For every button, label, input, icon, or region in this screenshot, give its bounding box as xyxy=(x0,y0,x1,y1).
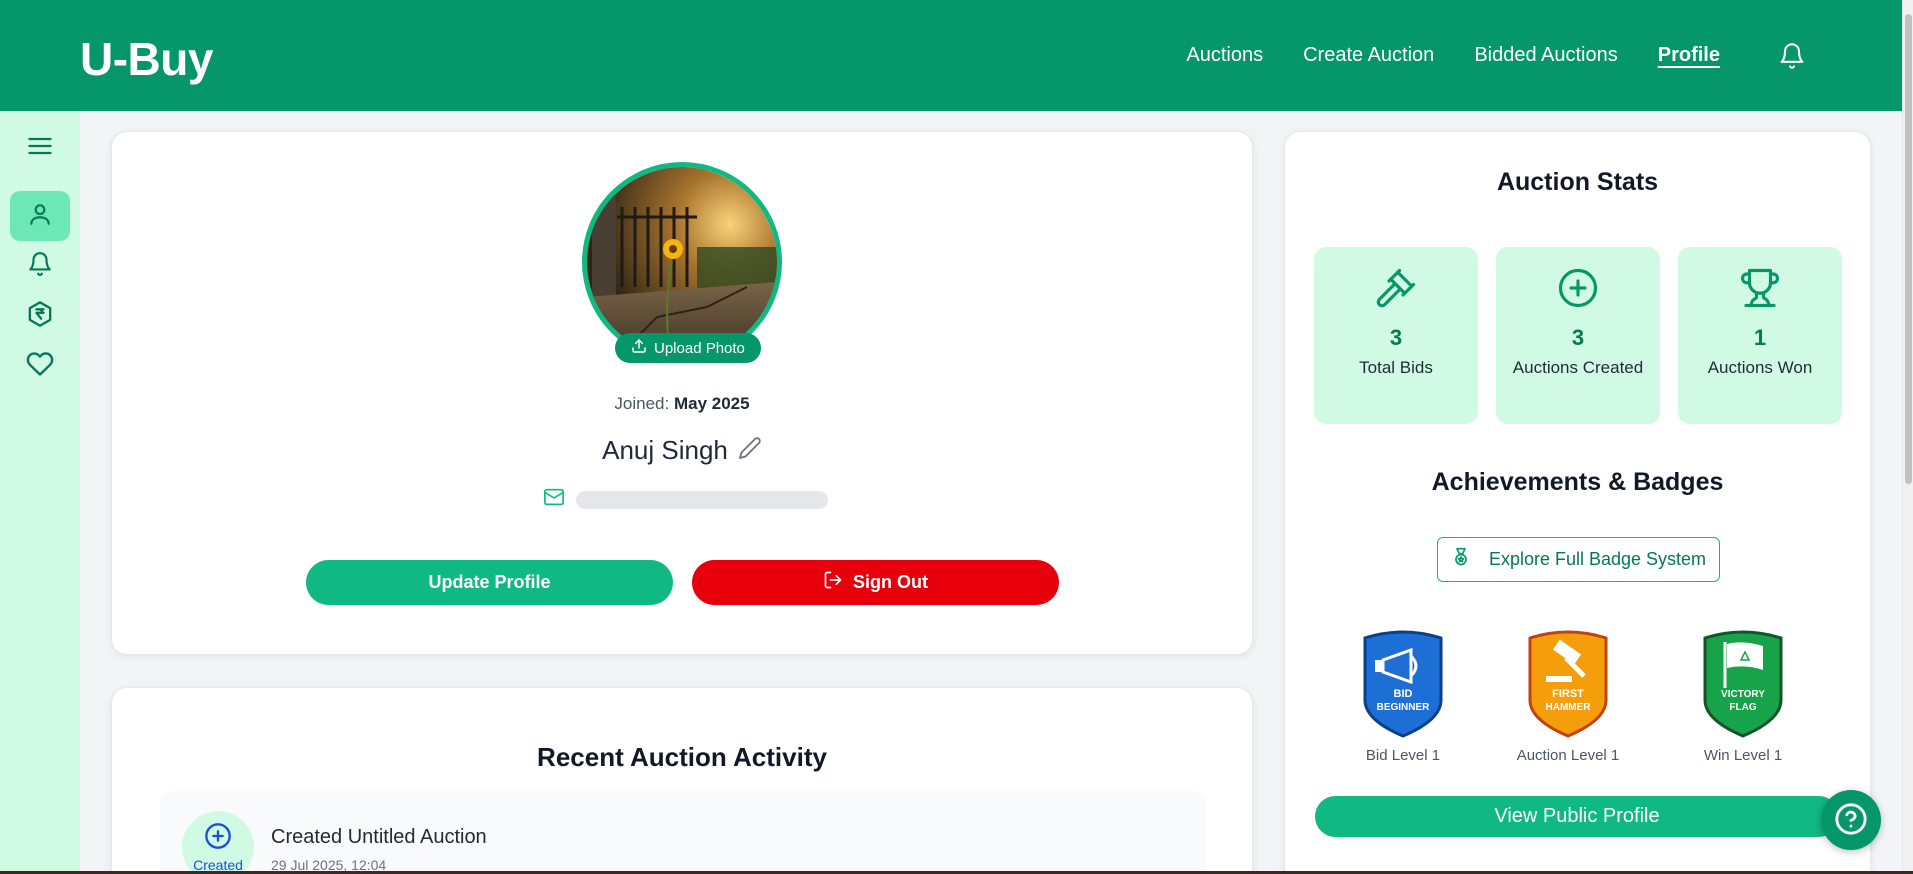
upload-photo-label: Upload Photo xyxy=(654,339,745,357)
sidebar-item-profile[interactable] xyxy=(10,191,70,241)
stat-total-bids: 3 Total Bids xyxy=(1314,247,1478,424)
email-value-redacted xyxy=(576,490,828,509)
heart-icon xyxy=(26,350,54,383)
badge-label: Auction Level 1 xyxy=(1516,747,1620,764)
upload-icon xyxy=(631,338,647,358)
nav-create-auction[interactable]: Create Auction xyxy=(1303,44,1434,67)
sidebar-item-notifications[interactable] xyxy=(10,241,70,291)
nav-profile[interactable]: Profile xyxy=(1658,44,1720,67)
scrollbar-thumb[interactable] xyxy=(1905,14,1912,484)
stat-value: 1 xyxy=(1753,325,1767,350)
plus-circle-icon xyxy=(1496,267,1660,309)
main-nav: Auctions Create Auction Bidded Auctions … xyxy=(1186,0,1806,111)
stat-label: Total Bids xyxy=(1359,358,1433,377)
joined-value: May 2025 xyxy=(673,394,750,413)
badge-text-2: FLAG xyxy=(1729,702,1756,713)
sidebar-item-favorites[interactable] xyxy=(10,341,70,391)
update-profile-button[interactable]: Update Profile xyxy=(306,560,673,605)
help-button[interactable] xyxy=(1821,790,1881,850)
logout-icon xyxy=(823,570,843,595)
user-icon xyxy=(27,201,53,232)
gavel-icon xyxy=(1314,267,1478,309)
stat-label: Auctions Won xyxy=(1707,358,1813,377)
stat-auctions-won: 1 Auctions Won xyxy=(1678,247,1842,424)
question-mark-icon xyxy=(1834,802,1868,839)
nav-bidded-auctions[interactable]: Bidded Auctions xyxy=(1474,44,1617,67)
badge-label: Bid Level 1 xyxy=(1365,747,1441,764)
activity-title: Recent Auction Activity xyxy=(537,742,827,772)
megaphone-shield-icon: BID BEGINNER xyxy=(1363,630,1443,738)
explore-badge-system-button[interactable]: Explore Full Badge System xyxy=(1437,537,1720,582)
sidebar xyxy=(0,111,80,871)
profile-name: Anuj Singh xyxy=(602,435,728,465)
explore-label: Explore Full Badge System xyxy=(1488,549,1707,569)
mail-icon xyxy=(542,486,566,513)
sign-out-button[interactable]: Sign Out xyxy=(692,560,1059,605)
upload-photo-button[interactable]: Upload Photo xyxy=(615,333,761,363)
activity-type-badge: Created xyxy=(182,811,254,874)
stat-value: 3 xyxy=(1571,325,1585,350)
stat-auctions-created: 3 Auctions Created xyxy=(1496,247,1660,424)
badge-label: Win Level 1 xyxy=(1703,747,1783,764)
rupee-coin-icon xyxy=(26,300,54,333)
bell-icon[interactable] xyxy=(1778,41,1806,71)
avatar-photo xyxy=(587,167,777,357)
badge-first-hammer[interactable]: FIRST HAMMER Auction Level 1 xyxy=(1503,630,1633,764)
flag-shield-icon: VICTORY FLAG xyxy=(1703,630,1783,738)
badge-text-1: BID xyxy=(1394,688,1413,700)
hammer-shield-icon: FIRST HAMMER xyxy=(1528,630,1608,738)
profile-card: Upload Photo Joined: May 2025 Anuj Singh… xyxy=(111,131,1253,655)
pencil-icon[interactable] xyxy=(738,436,762,465)
activity-item[interactable]: Created Created Untitled Auction 29 Jul … xyxy=(160,791,1206,874)
medal-icon xyxy=(1451,547,1471,572)
plus-circle-icon xyxy=(204,822,232,855)
nav-auctions[interactable]: Auctions xyxy=(1186,44,1263,67)
badge-victory-flag[interactable]: VICTORY FLAG Win Level 1 xyxy=(1678,630,1808,764)
joined-label: Joined: xyxy=(614,394,670,413)
activity-name: Created Untitled Auction xyxy=(271,826,487,848)
stats-title: Auction Stats xyxy=(1496,168,1659,196)
stat-value: 3 xyxy=(1389,325,1403,350)
avatar xyxy=(582,162,782,362)
menu-icon[interactable] xyxy=(10,121,70,171)
joined-date: Joined: May 2025 xyxy=(112,394,1252,414)
profile-name-row: Anuj Singh xyxy=(112,435,1252,466)
view-public-profile-button[interactable]: View Public Profile xyxy=(1315,796,1839,837)
bell-icon xyxy=(27,251,53,282)
badge-text-1: VICTORY xyxy=(1721,689,1765,700)
brand-logo[interactable]: U-Buy xyxy=(80,32,213,86)
badge-bid-beginner[interactable]: BID BEGINNER Bid Level 1 xyxy=(1338,630,1468,764)
achievements-title: Achievements & Badges xyxy=(1431,468,1724,496)
badge-text-2: HAMMER xyxy=(1546,702,1592,713)
recent-activity-card: Recent Auction Activity Created Created … xyxy=(111,687,1253,874)
top-nav-bar: U-Buy Auctions Create Auction Bidded Auc… xyxy=(0,0,1902,111)
sign-out-label: Sign Out xyxy=(853,572,928,592)
badge-text-2: BEGINNER xyxy=(1377,702,1431,713)
trophy-icon xyxy=(1678,267,1842,309)
badge-text-1: FIRST xyxy=(1552,688,1584,700)
auction-stats-card: Auction Stats 3 Total Bids 3 Auctions Cr… xyxy=(1284,131,1871,874)
stat-label: Auctions Created xyxy=(1512,358,1644,377)
vertical-scrollbar[interactable] xyxy=(1902,0,1913,874)
sidebar-item-wallet[interactable] xyxy=(10,291,70,341)
email-row xyxy=(542,486,828,513)
